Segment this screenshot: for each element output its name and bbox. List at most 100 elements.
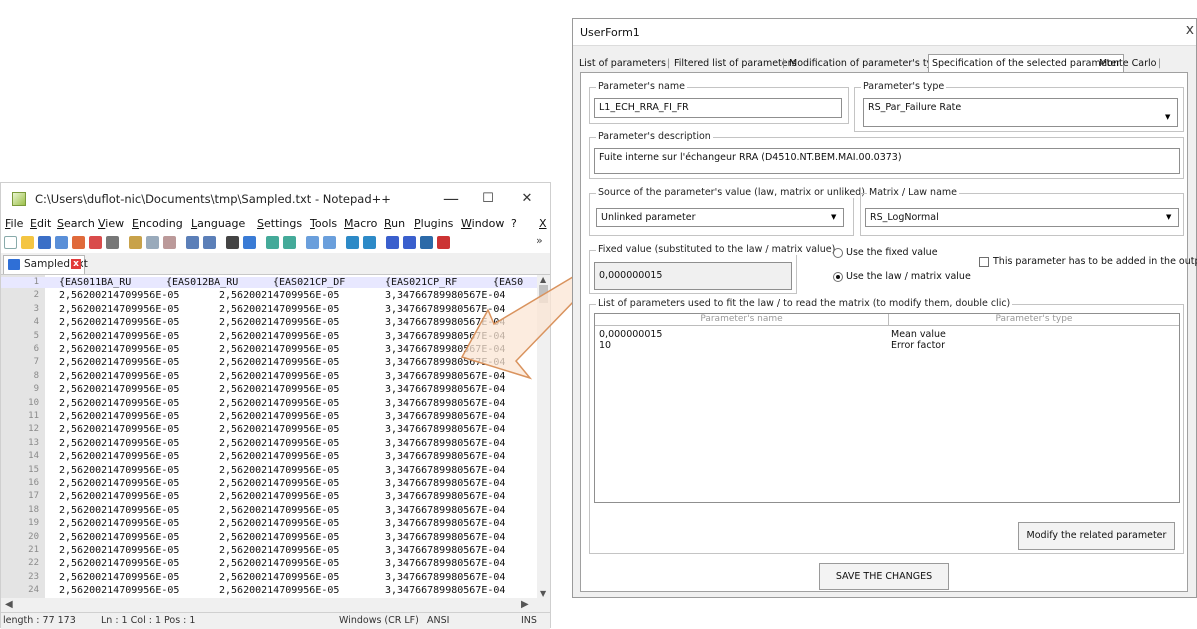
toolbar-overflow-icon[interactable]: »: [536, 234, 543, 247]
editor-line[interactable]: 1 {EAS011BA_RU {EAS012BA_RU {EAS021CP_DF {EA…: [1, 277, 537, 288]
chevron-down-icon[interactable]: [1162, 100, 1176, 125]
horizontal-scrollbar[interactable]: ◀ ▶: [1, 598, 550, 612]
redo-icon[interactable]: [203, 236, 216, 249]
editor-line[interactable]: 12 2,56200214709956E-05 2,56200214709956E-…: [1, 424, 537, 435]
open-file-icon[interactable]: [21, 236, 34, 249]
menu-edit[interactable]: Edit: [30, 217, 51, 230]
close-file-icon[interactable]: [72, 236, 85, 249]
tab-specification[interactable]: Specification of the selected parameter: [928, 54, 1125, 73]
close-icon[interactable]: ✕: [510, 187, 544, 211]
menu-language[interactable]: Language: [191, 217, 245, 230]
chevron-down-icon[interactable]: [828, 210, 842, 225]
editor-line[interactable]: 22 2,56200214709956E-05 2,56200214709956E-…: [1, 558, 537, 569]
save-icon[interactable]: [38, 236, 51, 249]
scrollbar-thumb[interactable]: [539, 285, 548, 303]
menu-settings[interactable]: Settings: [257, 217, 302, 230]
param-name-field[interactable]: L1_ECH_RRA_FI_FR: [594, 98, 842, 118]
editor-line[interactable]: 18 2,56200214709956E-05 2,56200214709956E-…: [1, 505, 537, 516]
editor-line[interactable]: 15 2,56200214709956E-05 2,56200214709956E-…: [1, 465, 537, 476]
find-icon[interactable]: [226, 236, 239, 249]
indent-guide-icon[interactable]: [386, 236, 399, 249]
doc-map-icon[interactable]: [403, 236, 416, 249]
editor-line[interactable]: 3 2,56200214709956E-05 2,56200214709956E-0…: [1, 304, 537, 315]
menu-file[interactable]: File: [5, 217, 23, 230]
function-list-icon[interactable]: [420, 236, 433, 249]
editor-line[interactable]: 9 2,56200214709956E-05 2,56200214709956E-0…: [1, 384, 537, 395]
menu-close-doc[interactable]: X: [539, 217, 547, 230]
checkbox-add-to-output[interactable]: This parameter has to be added in the ou…: [979, 256, 1197, 267]
menu-tools[interactable]: Tools: [310, 217, 337, 230]
menu-window[interactable]: Window: [461, 217, 504, 230]
save-all-icon[interactable]: [55, 236, 68, 249]
editor-line[interactable]: 5 2,56200214709956E-05 2,56200214709956E-0…: [1, 331, 537, 342]
menu-search[interactable]: Search: [57, 217, 95, 230]
list-row-2-type[interactable]: Error factor: [891, 340, 945, 351]
file-tab[interactable]: Sampled.txt x: [3, 255, 88, 274]
sync-horizontal-icon[interactable]: [323, 236, 336, 249]
tab-close-icon[interactable]: x: [71, 259, 81, 269]
editor-line[interactable]: 24 2,56200214709956E-05 2,56200214709956E-…: [1, 585, 537, 596]
menu-encoding[interactable]: Encoding: [132, 217, 183, 230]
param-desc-field[interactable]: Fuite interne sur l'échangeur RRA (D4510…: [594, 148, 1180, 174]
userform-title-bar[interactable]: UserForm1 x: [573, 19, 1196, 46]
tab-filtered-list[interactable]: Filtered list of parameters: [674, 58, 796, 69]
menu-macro[interactable]: Macro: [344, 217, 377, 230]
editor-line[interactable]: 21 2,56200214709956E-05 2,56200214709956E-…: [1, 545, 537, 556]
editor-line[interactable]: 8 2,56200214709956E-05 2,56200214709956E-0…: [1, 371, 537, 382]
replace-icon[interactable]: [243, 236, 256, 249]
list-row-2-name[interactable]: 10: [599, 340, 611, 351]
tab-monte-carlo[interactable]: Monte Carlo: [1099, 58, 1156, 69]
maximize-icon[interactable]: ☐: [471, 187, 505, 211]
radio-use-law-value[interactable]: Use the law / matrix value: [833, 271, 971, 282]
editor-line[interactable]: 19 2,56200214709956E-05 2,56200214709956E-…: [1, 518, 537, 529]
editor-line[interactable]: 17 2,56200214709956E-05 2,56200214709956E-…: [1, 491, 537, 502]
matrix-select[interactable]: RS_LogNormal: [865, 208, 1179, 227]
editor-line[interactable]: 13 2,56200214709956E-05 2,56200214709956E-…: [1, 438, 537, 449]
cut-icon[interactable]: [129, 236, 142, 249]
chevron-down-icon[interactable]: [1163, 210, 1177, 225]
close-all-icon[interactable]: [89, 236, 102, 249]
sync-vertical-icon[interactable]: [306, 236, 319, 249]
editor-line[interactable]: 16 2,56200214709956E-05 2,56200214709956E-…: [1, 478, 537, 489]
editor-line[interactable]: 23 2,56200214709956E-05 2,56200214709956E-…: [1, 572, 537, 583]
list-col-name-header[interactable]: Parameter's name: [595, 314, 889, 326]
paste-icon[interactable]: [163, 236, 176, 249]
fixed-value-field[interactable]: 0,000000015: [594, 262, 792, 290]
zoom-in-icon[interactable]: [266, 236, 279, 249]
vertical-scrollbar[interactable]: ▲ ▼: [537, 275, 550, 598]
print-icon[interactable]: [106, 236, 119, 249]
editor-line[interactable]: 7 2,56200214709956E-05 2,56200214709956E-0…: [1, 357, 537, 368]
editor-line[interactable]: 2 2,56200214709956E-05 2,56200214709956E-0…: [1, 290, 537, 301]
fit-params-list[interactable]: Parameter's name Parameter's type 0,0000…: [594, 313, 1180, 503]
editor-line[interactable]: 10 2,56200214709956E-05 2,56200214709956E-…: [1, 398, 537, 409]
tab-list-of-parameters[interactable]: List of parameters: [579, 58, 666, 69]
editor-line[interactable]: 20 2,56200214709956E-05 2,56200214709956E-…: [1, 532, 537, 543]
list-row-1-type[interactable]: Mean value: [891, 329, 946, 340]
source-select[interactable]: Unlinked parameter: [596, 208, 844, 227]
tab-modification-types[interactable]: Modification of parameter's types: [789, 58, 949, 69]
new-file-icon[interactable]: [4, 236, 17, 249]
undo-icon[interactable]: [186, 236, 199, 249]
list-col-type-header[interactable]: Parameter's type: [889, 314, 1179, 326]
menu-help[interactable]: ?: [511, 217, 517, 230]
modify-related-parameter-button[interactable]: Modify the related parameter: [1018, 522, 1175, 550]
editor-line[interactable]: 6 2,56200214709956E-05 2,56200214709956E-0…: [1, 344, 537, 355]
menu-plugins[interactable]: Plugins: [414, 217, 453, 230]
zoom-out-icon[interactable]: [283, 236, 296, 249]
copy-icon[interactable]: [146, 236, 159, 249]
menu-run[interactable]: Run: [384, 217, 405, 230]
list-row-1-name[interactable]: 0,000000015: [599, 329, 662, 340]
userform-close-icon[interactable]: x: [1186, 22, 1194, 38]
text-editor[interactable]: 1 {EAS011BA_RU {EAS012BA_RU {EAS021CP_DF {EA…: [1, 275, 537, 598]
save-changes-button[interactable]: SAVE THE CHANGES: [819, 563, 949, 590]
editor-line[interactable]: 11 2,56200214709956E-05 2,56200214709956E-…: [1, 411, 537, 422]
menu-view[interactable]: View: [98, 217, 124, 230]
editor-line[interactable]: 4 2,56200214709956E-05 2,56200214709956E-0…: [1, 317, 537, 328]
record-macro-icon[interactable]: [437, 236, 450, 249]
editor-line[interactable]: 14 2,56200214709956E-05 2,56200214709956E-…: [1, 451, 537, 462]
minimize-icon[interactable]: —: [434, 187, 468, 211]
param-type-select[interactable]: RS_Par_Failure Rate: [863, 98, 1178, 127]
word-wrap-icon[interactable]: [346, 236, 359, 249]
notepad-title-bar[interactable]: C:\Users\duflot-nic\Documents\tmp\Sample…: [1, 183, 550, 215]
show-all-chars-icon[interactable]: [363, 236, 376, 249]
